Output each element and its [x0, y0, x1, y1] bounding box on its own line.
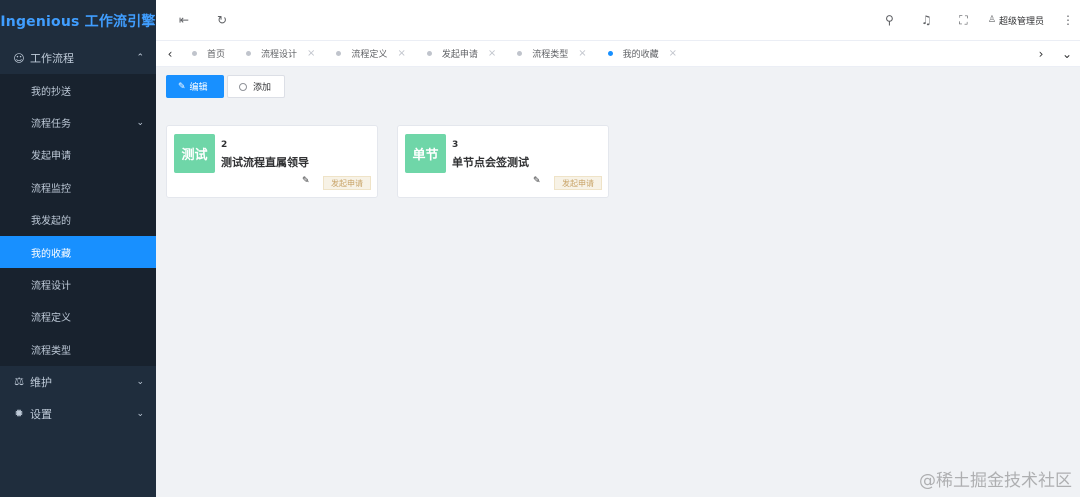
tag-label: 流程设计: [261, 50, 298, 60]
tag-list: 首页 流程设计 × 流程定义 × 发起申请 × 流程类型 × 我的收藏 ×: [184, 47, 1028, 60]
sidebar-item-label: 我的抄送: [31, 86, 71, 98]
tag-my-favorites[interactable]: 我的收藏 ×: [607, 47, 677, 60]
workflow-icon: ☺: [13, 51, 25, 65]
card-title: 单节点会签测试: [452, 156, 529, 169]
sidebar-item-label: 流程监控: [31, 183, 71, 195]
fullscreen-icon[interactable]: ⛶: [945, 13, 982, 28]
tag-label: 发起申请: [441, 50, 478, 60]
card-number: 3: [452, 140, 459, 150]
pencil-icon[interactable]: ✎: [302, 176, 310, 186]
sidebar-item-process-type[interactable]: 流程类型: [0, 333, 156, 365]
tag-process-design[interactable]: 流程设计 ×: [246, 47, 315, 60]
sidebar-item-start-request[interactable]: 发起申请: [0, 139, 156, 171]
sidebar-item-process-monitor[interactable]: 流程监控: [0, 171, 156, 203]
tag-label: 流程定义: [351, 50, 388, 60]
tags-view: ‹ 首页 流程设计 × 流程定义 × 发起申请 × 流程类型 × 我的收藏 × › ⌄: [156, 40, 1080, 67]
chevron-down-icon: ⌄: [136, 376, 144, 387]
menu-group-settings[interactable]: ✹ 设置 ⌄: [0, 397, 156, 430]
card-badge: 测试: [174, 134, 215, 173]
app-logo-title[interactable]: Ingenious 工作流引擎: [0, 0, 156, 42]
top-navbar: ⇤ ↻ ⚲ ♫ ⛶ ♙ 超级管理员 ⋮: [156, 0, 1080, 40]
maintenance-icon: ⚖: [14, 375, 24, 389]
bell-icon[interactable]: ♫: [908, 13, 945, 27]
close-icon[interactable]: ×: [669, 48, 677, 59]
tags-next-icon[interactable]: ›: [1028, 47, 1054, 61]
sidebar-item-label: 流程定义: [31, 313, 71, 325]
menu-group-label: 工作流程: [30, 52, 74, 65]
user-menu[interactable]: ♙ 超级管理员: [988, 14, 1044, 27]
add-button[interactable]: 添加: [227, 75, 285, 98]
tags-right-controls: › ⌄: [1028, 47, 1080, 61]
tag-label: 我的收藏: [622, 50, 659, 60]
sidebar-item-process-tasks[interactable]: 流程任务 ⌄: [0, 106, 156, 138]
sidebar-item-my-favorites[interactable]: 我的收藏: [0, 235, 156, 269]
sidebar-item-process-definition[interactable]: 流程定义: [0, 301, 156, 333]
start-request-button[interactable]: 发起申请: [323, 176, 371, 190]
sidebar: Ingenious 工作流引擎 ☺ 工作流程 ⌃ 我的抄送 流程任务 ⌄ 发起申请…: [0, 0, 156, 497]
sidebar-item-my-initiated[interactable]: 我发起的: [0, 204, 156, 236]
user-icon: ♙: [987, 15, 996, 25]
user-name: 超级管理员: [998, 16, 1044, 27]
tag-process-type[interactable]: 流程类型 ×: [517, 47, 587, 60]
tag-dot: [336, 51, 342, 56]
refresh-icon[interactable]: ↻: [212, 13, 232, 27]
tag-home[interactable]: 首页: [192, 47, 225, 60]
watermark: @稀土掘金技术社区: [919, 471, 1072, 491]
favorite-card[interactable]: 测试 2 测试流程直属领导 ✎ 发起申请: [166, 125, 378, 198]
search-icon[interactable]: ⚲: [871, 13, 908, 27]
tag-dot: [246, 51, 252, 56]
chevron-up-icon: ⌃: [136, 53, 144, 63]
favorite-card[interactable]: 单节 3 单节点会签测试 ✎ 发起申请: [397, 125, 609, 198]
tag-process-definition[interactable]: 流程定义 ×: [336, 47, 406, 60]
sidebar-item-label: 我的收藏: [31, 248, 71, 260]
pencil-icon[interactable]: ✎: [533, 176, 541, 186]
tag-dot: [426, 51, 432, 56]
close-icon[interactable]: ×: [488, 48, 496, 59]
close-icon[interactable]: ×: [397, 48, 405, 59]
card-title: 测试流程直属领导: [221, 156, 309, 169]
add-button-label: 添加: [253, 83, 272, 93]
sidebar-item-label: 流程设计: [31, 281, 71, 293]
sidebar-item-label: 我发起的: [31, 216, 71, 228]
collapse-menu-icon[interactable]: ⇤: [156, 13, 212, 27]
pencil-icon: ✎: [178, 81, 186, 92]
edit-button-label: 编辑: [189, 83, 208, 93]
tag-dot: [192, 51, 197, 56]
close-icon[interactable]: ×: [578, 48, 586, 59]
menu-group-maintenance[interactable]: ⚖ 维护 ⌄: [0, 365, 156, 398]
start-request-button[interactable]: 发起申请: [554, 176, 602, 190]
tag-label: 首页: [207, 50, 226, 60]
tags-prev-icon[interactable]: ‹: [156, 47, 184, 61]
close-icon[interactable]: ×: [307, 48, 315, 59]
more-icon[interactable]: ⋮: [1056, 13, 1080, 27]
tag-dot: [517, 51, 523, 56]
tag-dot: [607, 51, 613, 56]
gear-icon: ✹: [14, 407, 24, 421]
tag-start-request[interactable]: 发起申请 ×: [426, 47, 496, 60]
workflow-submenu: 我的抄送 流程任务 ⌄ 发起申请 流程监控 我发起的 我的收藏 流程设计 流程定义…: [0, 74, 156, 366]
tags-dropdown-icon[interactable]: ⌄: [1054, 47, 1080, 61]
toolbar: ✎ 编辑 添加: [166, 75, 285, 98]
sidebar-item-process-design[interactable]: 流程设计: [0, 268, 156, 300]
menu-group-label: 维护: [30, 375, 52, 389]
chevron-down-icon: ⌄: [136, 117, 144, 128]
chevron-down-icon: ⌄: [136, 408, 144, 419]
sidebar-item-label: 流程任务: [31, 119, 71, 131]
tag-label: 流程类型: [532, 50, 569, 60]
sidebar-item-label: 流程类型: [31, 345, 71, 357]
sidebar-item-label: 发起申请: [31, 151, 71, 163]
edit-button[interactable]: ✎ 编辑: [166, 75, 224, 98]
sidebar-item-my-cc[interactable]: 我的抄送: [0, 74, 156, 106]
navbar-right: ⚲ ♫ ⛶ ♙ 超级管理员 ⋮: [871, 0, 1080, 40]
menu-group-workflow[interactable]: ☺ 工作流程 ⌃: [0, 42, 156, 74]
card-number: 2: [221, 140, 228, 150]
menu-group-label: 设置: [30, 407, 52, 421]
circle-plus-icon: [239, 82, 247, 91]
card-badge: 单节: [405, 134, 446, 173]
